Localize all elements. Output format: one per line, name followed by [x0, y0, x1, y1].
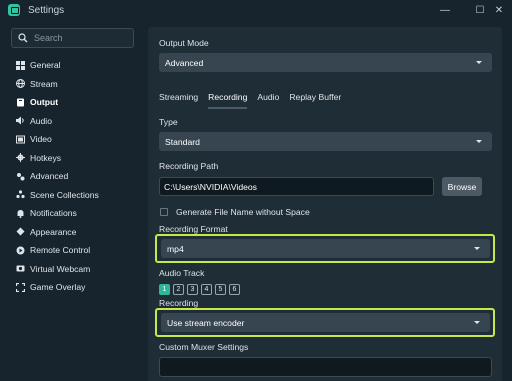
sidebar-item-label: Output [30, 97, 59, 108]
audio-track-selector: 1 2 3 4 5 6 [159, 284, 243, 295]
overlay-icon [15, 282, 25, 292]
sidebar-item-label: Video [30, 134, 52, 145]
custom-muxer-label: Custom Muxer Settings [159, 342, 249, 352]
tab-streaming[interactable]: Streaming [159, 92, 198, 109]
sidebar-item-audio[interactable]: Audio [15, 112, 99, 131]
window-title: Settings [28, 4, 65, 16]
tab-recording[interactable]: Recording [208, 92, 248, 109]
type-label: Type [159, 117, 178, 127]
audio-track-1-checkbox[interactable]: 1 [159, 284, 170, 295]
chevron-down-icon [476, 140, 482, 143]
sidebar-item-video[interactable]: Video [15, 130, 99, 149]
remote-icon [15, 245, 25, 255]
sidebar-item-output[interactable]: Output [15, 93, 99, 112]
output-mode-label: Output Mode [159, 38, 209, 48]
type-select[interactable]: Standard [159, 132, 492, 151]
audio-track-5-checkbox[interactable]: 5 [215, 284, 226, 295]
minimize-button[interactable]: — [436, 0, 454, 20]
sidebar-item-stream[interactable]: Stream [15, 75, 99, 94]
audio-track-4-checkbox[interactable]: 4 [201, 284, 212, 295]
scenes-icon [15, 190, 25, 200]
type-value: Standard [165, 136, 200, 147]
format-highlight [155, 234, 495, 263]
globe-icon [15, 79, 25, 89]
sidebar-item-general[interactable]: General [15, 56, 99, 75]
audio-track-2-checkbox[interactable]: 2 [173, 284, 184, 295]
close-button[interactable]: ✕ [490, 0, 508, 20]
grid-icon [15, 60, 25, 70]
sidebar-item-notifications[interactable]: Notifications [15, 204, 99, 223]
generate-filename-checkbox[interactable] [160, 208, 168, 216]
recording-path-value: C:\Users\NVIDIA\Videos [164, 181, 257, 192]
generate-filename-label: Generate File Name without Space [176, 207, 310, 217]
custom-muxer-input[interactable] [159, 357, 492, 377]
sidebar-item-label: Remote Control [30, 245, 91, 256]
sidebar-item-label: Game Overlay [30, 282, 86, 293]
sidebar-item-hotkeys[interactable]: Hotkeys [15, 149, 99, 168]
speaker-icon [15, 116, 25, 126]
bell-icon [15, 208, 25, 218]
app-logo-icon [8, 4, 20, 16]
output-settings-panel: Output Mode Advanced Streaming Recording… [148, 27, 502, 381]
sidebar-item-label: Audio [30, 115, 52, 126]
recording-encoder-label: Recording [159, 298, 199, 308]
sidebar-item-scene-collections[interactable]: Scene Collections [15, 186, 99, 205]
output-tabs: Streaming Recording Audio Replay Buffer [159, 92, 351, 109]
sidebar-item-virtual-webcam[interactable]: Virtual Webcam [15, 260, 99, 279]
search-icon [18, 33, 28, 43]
recording-path-input[interactable]: C:\Users\NVIDIA\Videos [159, 177, 434, 196]
audio-track-6-checkbox[interactable]: 6 [229, 284, 240, 295]
generate-filename-option[interactable]: Generate File Name without Space [160, 207, 310, 217]
webcam-icon [15, 264, 25, 274]
sidebar-item-appearance[interactable]: Appearance [15, 223, 99, 242]
tab-replay-buffer[interactable]: Replay Buffer [289, 92, 341, 109]
video-icon [15, 134, 25, 144]
recording-format-label: Recording Format [159, 224, 228, 234]
title-bar: Settings — ☐ ✕ [0, 0, 512, 20]
sidebar: General Stream Output Audio Video Hotkey… [0, 20, 146, 381]
sidebar-item-label: Stream [30, 78, 58, 89]
output-mode-value: Advanced [165, 57, 204, 68]
sidebar-item-label: Advanced [30, 171, 69, 182]
sidebar-item-label: Virtual Webcam [30, 263, 91, 274]
advanced-icon [15, 171, 25, 181]
sidebar-item-label: General [30, 60, 61, 71]
encoder-highlight [155, 308, 495, 337]
maximize-button[interactable]: ☐ [471, 0, 489, 20]
output-mode-select[interactable]: Advanced [159, 53, 492, 72]
sidebar-item-advanced[interactable]: Advanced [15, 167, 99, 186]
tab-audio[interactable]: Audio [257, 92, 279, 109]
audio-track-3-checkbox[interactable]: 3 [187, 284, 198, 295]
sidebar-item-label: Notifications [30, 208, 77, 219]
sidebar-item-label: Scene Collections [30, 189, 99, 200]
browse-button[interactable]: Browse [442, 177, 482, 196]
gear-icon [15, 153, 25, 163]
search-input[interactable] [34, 33, 124, 43]
recording-path-label: Recording Path [159, 161, 219, 171]
chevron-down-icon [476, 61, 482, 64]
sidebar-item-label: Appearance [30, 226, 77, 237]
sidebar-item-remote-control[interactable]: Remote Control [15, 241, 99, 260]
audio-track-label: Audio Track [159, 268, 205, 278]
sidebar-item-game-overlay[interactable]: Game Overlay [15, 278, 99, 297]
settings-nav: General Stream Output Audio Video Hotkey… [15, 56, 99, 297]
appearance-icon [15, 227, 25, 237]
output-icon [15, 97, 25, 107]
search-box[interactable] [11, 28, 134, 48]
sidebar-item-label: Hotkeys [30, 152, 62, 163]
